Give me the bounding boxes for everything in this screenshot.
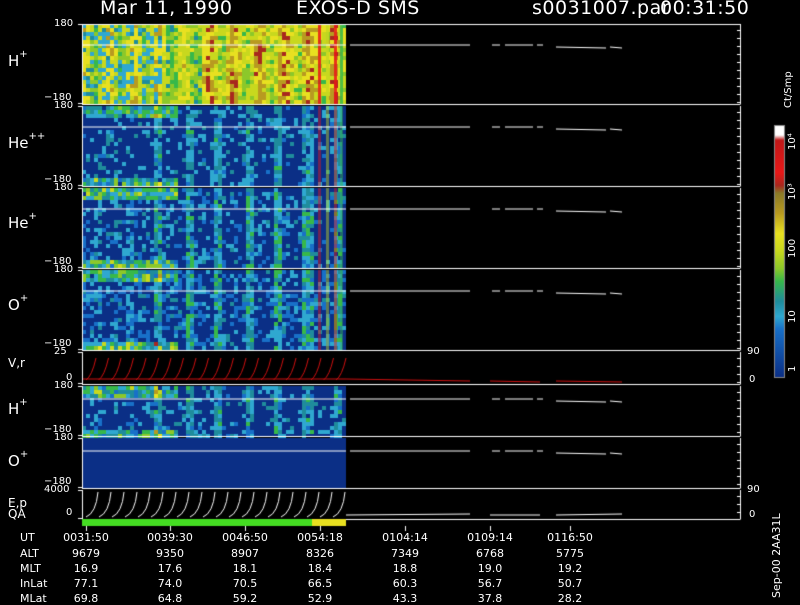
y-tick-top-h_plus_2: 180 bbox=[54, 380, 74, 391]
panel-label-superscript: + bbox=[19, 397, 28, 408]
colorbar-tick-label: 100 bbox=[787, 238, 798, 258]
ephemeris-value: 9350 bbox=[156, 547, 184, 560]
time-label: 0116:50 bbox=[547, 531, 593, 544]
ephemeris-value: 18.8 bbox=[392, 562, 418, 575]
qa-label: QA bbox=[8, 507, 26, 521]
time-label: 0104:14 bbox=[382, 531, 428, 544]
ephemeris-label-alt: ALT bbox=[20, 547, 39, 560]
file-name: s0031007.par bbox=[532, 0, 671, 19]
panel-label-he_pp: He++ bbox=[8, 131, 46, 152]
ephemeris-value: 37.8 bbox=[477, 592, 503, 605]
ephemeris-value: 66.5 bbox=[307, 577, 333, 590]
ephemeris-value: 50.7 bbox=[557, 577, 583, 590]
ephemeris-value: 52.9 bbox=[307, 592, 333, 605]
panel-label-superscript: + bbox=[19, 293, 29, 304]
ephemeris-value: 60.3 bbox=[392, 577, 418, 590]
panel-label-superscript: + bbox=[28, 211, 37, 222]
y-tick-top-o_plus: 180 bbox=[54, 264, 74, 275]
ephemeris-value: 5775 bbox=[556, 547, 584, 560]
y-tick-top-vr: 25 bbox=[54, 346, 67, 357]
right-tick-top-vr: 90 bbox=[747, 346, 760, 357]
y-tick-top-ep: 4000 bbox=[44, 484, 70, 495]
instrument-title: EXOS-D SMS bbox=[296, 0, 420, 19]
panel-label-superscript: + bbox=[19, 449, 29, 460]
ephemeris-value: 8907 bbox=[231, 547, 259, 560]
ephemeris-value: 16.9 bbox=[73, 562, 99, 575]
panel-label-superscript: + bbox=[19, 49, 28, 60]
ephemeris-value: 64.8 bbox=[157, 592, 183, 605]
colorbar-tick-label: 10 bbox=[787, 310, 798, 323]
ephemeris-value: 9679 bbox=[72, 547, 100, 560]
ephemeris-value: 74.0 bbox=[157, 577, 183, 590]
panel-label-text: O bbox=[8, 296, 20, 314]
panel-label-superscript: ++ bbox=[28, 131, 46, 142]
time-label: 0054:18 bbox=[297, 531, 343, 544]
panel-label-o_plus_2: O+ bbox=[8, 449, 29, 470]
side-note: Sep-00 2AA31L bbox=[770, 513, 783, 598]
plot-time: 00:31:50 bbox=[660, 0, 750, 19]
panel-label-h_plus: H+ bbox=[8, 49, 28, 70]
ephemeris-value: 77.1 bbox=[73, 577, 99, 590]
panel-label-text: He bbox=[8, 214, 29, 232]
ephemeris-label-mlt: MLT bbox=[20, 562, 41, 575]
right-tick-top-ep: 90 bbox=[747, 484, 760, 495]
ephemeris-value: 59.2 bbox=[232, 592, 258, 605]
panel-label-text: He bbox=[8, 134, 29, 152]
ephemeris-value: 56.7 bbox=[477, 577, 503, 590]
spectrogram-canvas bbox=[0, 0, 800, 600]
ephemeris-label-mlat: MLat bbox=[20, 592, 47, 605]
time-label: 0046:50 bbox=[222, 531, 268, 544]
ephemeris-label-inlat: InLat bbox=[20, 577, 48, 590]
panel-label-h_plus_2: H+ bbox=[8, 397, 28, 418]
y-tick-top-o_plus_2: 180 bbox=[54, 432, 74, 443]
panel-label-he_plus: He+ bbox=[8, 211, 37, 232]
colorbar-unit: Ct/Smp bbox=[783, 71, 794, 108]
ephemeris-value: 43.3 bbox=[392, 592, 418, 605]
ephemeris-value: 8326 bbox=[306, 547, 334, 560]
ephemeris-value: 19.2 bbox=[557, 562, 583, 575]
ephemeris-value: 19.0 bbox=[477, 562, 503, 575]
ephemeris-value: 28.2 bbox=[557, 592, 583, 605]
plot-date: Mar 11, 1990 bbox=[100, 0, 233, 19]
ephemeris-value: 18.4 bbox=[307, 562, 333, 575]
colorbar-tick-label: 10⁴ bbox=[787, 133, 798, 150]
time-axis-name: UT bbox=[20, 531, 35, 544]
time-label: 0031:50 bbox=[63, 531, 109, 544]
y-tick-top-h_plus: 180 bbox=[54, 18, 74, 29]
panel-label-text: O bbox=[8, 452, 20, 470]
ephemeris-value: 18.1 bbox=[232, 562, 258, 575]
colorbar-tick-label: 1 bbox=[787, 365, 798, 372]
panel-label-o_plus: O+ bbox=[8, 293, 29, 314]
right-tick-bottom-ep: 0 bbox=[749, 509, 756, 520]
y-tick-top-he_plus: 180 bbox=[54, 182, 74, 193]
time-label: 0039:30 bbox=[147, 531, 193, 544]
colorbar-tick-label: 10³ bbox=[787, 183, 798, 200]
panel-label-text: H bbox=[8, 400, 20, 418]
ephemeris-value: 7349 bbox=[391, 547, 419, 560]
panel-label-text: V,r bbox=[8, 356, 25, 370]
ephemeris-value: 69.8 bbox=[73, 592, 99, 605]
right-tick-bottom-vr: 0 bbox=[749, 374, 756, 385]
panel-label-vr: V,r bbox=[8, 356, 25, 370]
ephemeris-value: 70.5 bbox=[232, 577, 258, 590]
ephemeris-value: 6768 bbox=[476, 547, 504, 560]
y-tick-bottom-ep: 0 bbox=[66, 507, 73, 518]
time-label: 0109:14 bbox=[467, 531, 513, 544]
y-tick-top-he_pp: 180 bbox=[54, 100, 74, 111]
panel-label-text: H bbox=[8, 52, 20, 70]
ephemeris-value: 17.6 bbox=[157, 562, 183, 575]
